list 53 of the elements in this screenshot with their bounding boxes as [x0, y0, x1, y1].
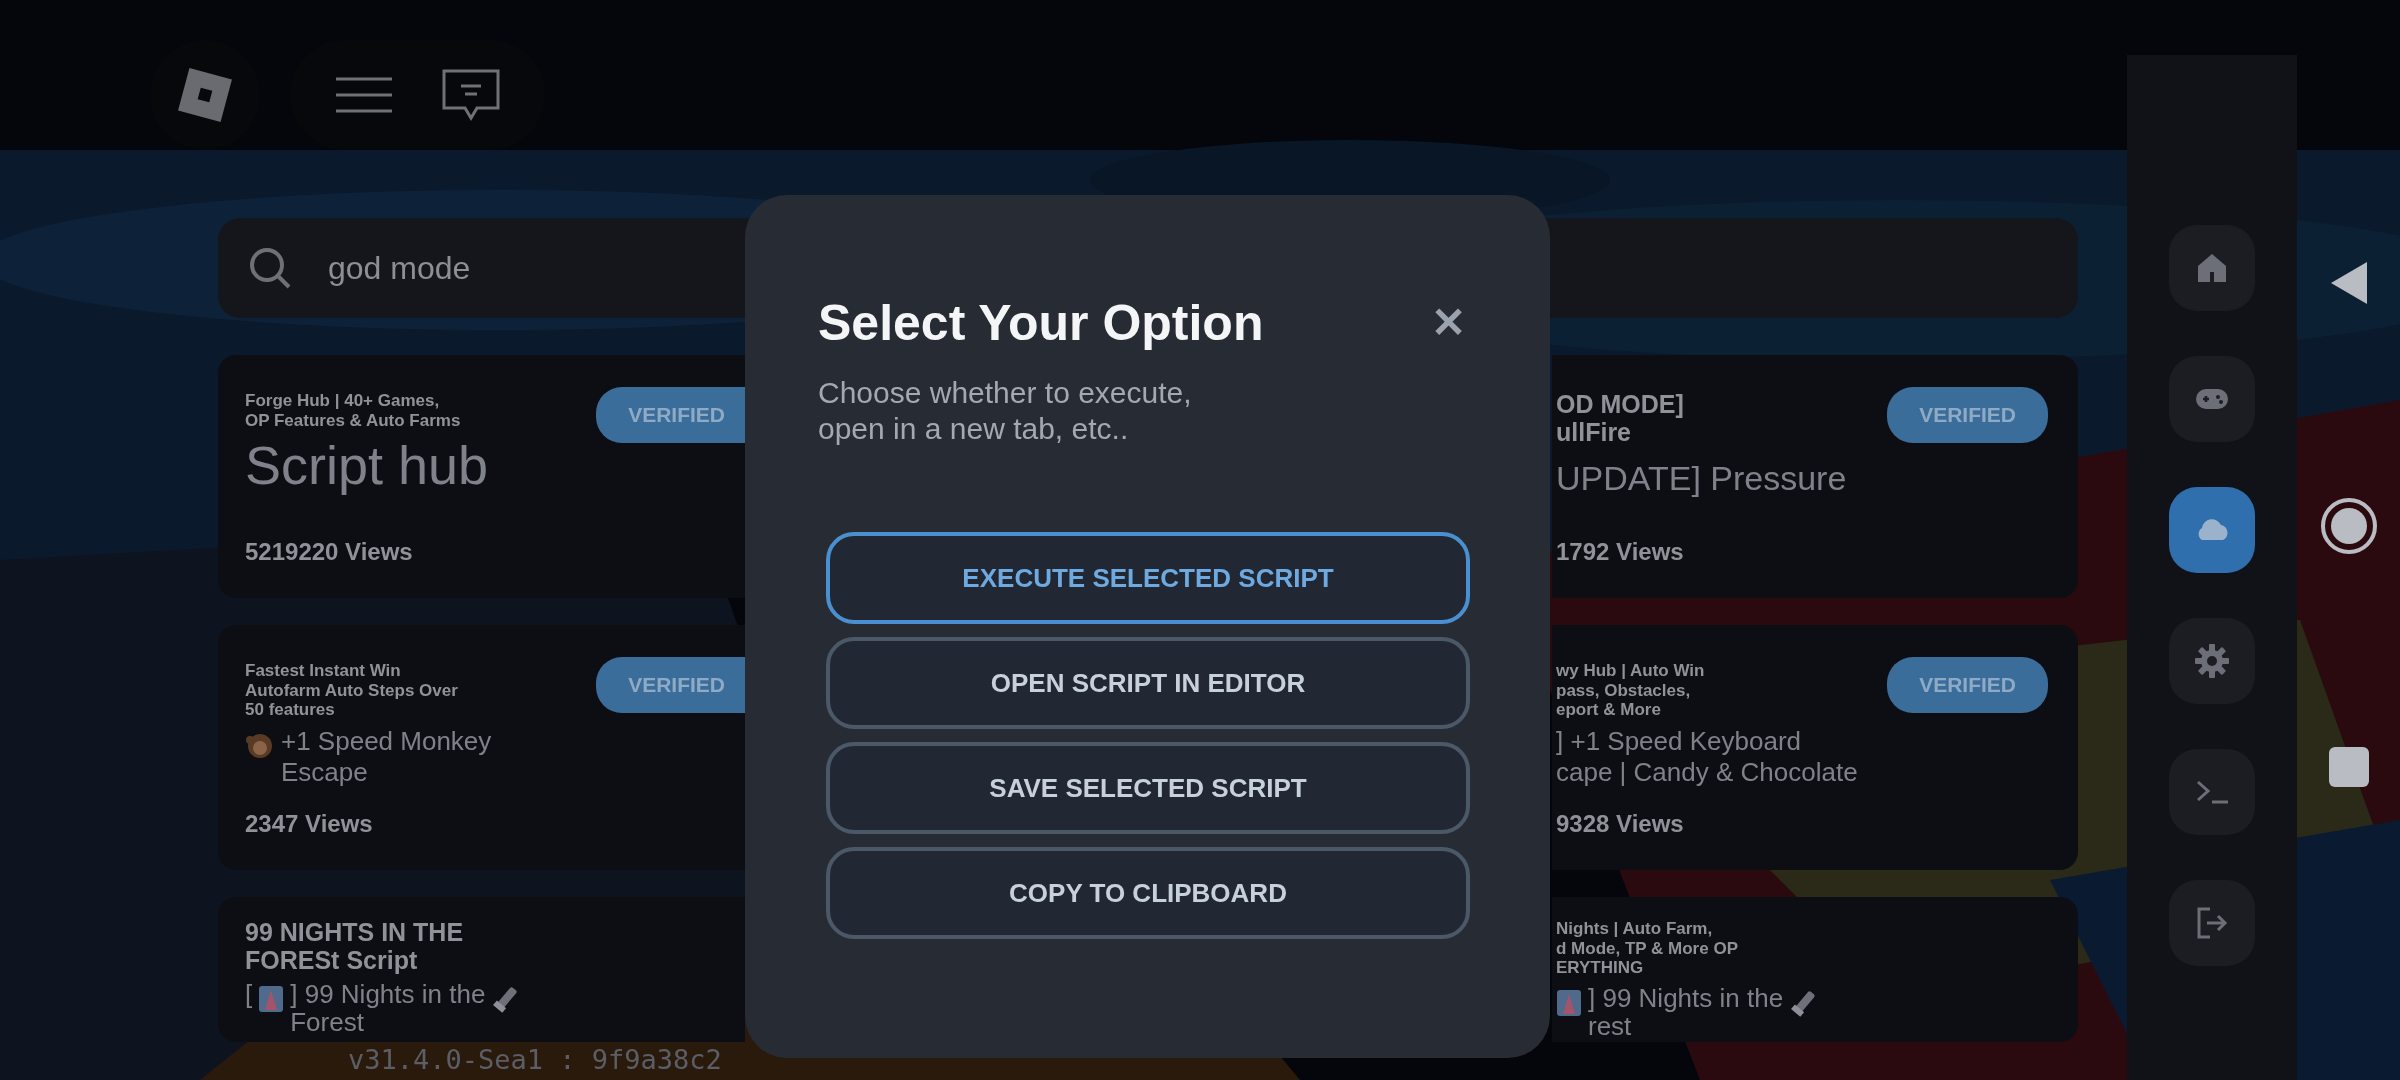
menu-icon — [333, 75, 394, 115]
chat-icon — [441, 68, 502, 122]
script-card[interactable]: Nights | Auto Farm, d Mode, TP & More OP ERYTHING ] 99 Nights in the rest — [1552, 897, 2078, 1042]
script-heading: 99 NIGHTS IN THE FORESt Script — [245, 919, 464, 974]
sidebar-button[interactable] — [2169, 356, 2255, 442]
view-count: 2347 Views — [245, 809, 373, 839]
view-count: 1792 Views — [1556, 537, 1684, 567]
sidebar-button[interactable] — [2169, 225, 2255, 311]
script-title: ] +1 Speed Keyboard cape | Candy & Chocolate — [1556, 725, 1858, 788]
verified-badge: VERIFIED — [1887, 387, 2048, 443]
option-button[interactable]: COPY TO CLIPBOARD — [826, 847, 1470, 939]
search-icon — [248, 246, 292, 290]
script-title: [ — [245, 980, 253, 1009]
script-title: ] 99 Nights in the rest — [1588, 983, 1784, 1040]
close-button[interactable]: ✕ — [1427, 302, 1470, 344]
home-button[interactable] — [2318, 496, 2379, 556]
sidebar-button[interactable] — [2169, 880, 2255, 966]
recents-button[interactable] — [2327, 746, 2370, 788]
script-title: +1 Speed Monkey Escape — [281, 725, 492, 788]
logo-icon — [175, 65, 235, 125]
sidebar-button[interactable] — [2169, 487, 2255, 573]
circle-icon — [2318, 496, 2379, 556]
script-card[interactable]: Forge Hub | 40+ Games, OP Features & Auto Farms Script hub 5219220 Views VERIFIED — [218, 355, 745, 598]
verified-badge: VERIFIED — [596, 657, 745, 713]
chat-button[interactable] — [441, 68, 502, 122]
script-title: UPDATE] Pressure — [1556, 458, 1847, 499]
script-card[interactable]: wy Hub | Auto Win pass, Obstacles, eport & More ] +1 Speed Keyboard cape | Candy & Chocolate 9328 Views VERIFIED — [1552, 625, 2078, 870]
script-title: Script hub — [245, 436, 489, 496]
script-heading: wy Hub | Auto Win pass, Obstacles, eport & More — [1556, 661, 1705, 720]
script-heading: OD MODE] ullFire — [1556, 391, 1684, 446]
dialog-subtitle: Choose whether to execute, open in a new tab, etc.. — [818, 375, 1193, 447]
script-card[interactable]: Fastest Instant Win Autofarm Auto Steps Over 50 features +1 Speed Monkey Escape 2347 Views VERIFIED — [218, 625, 745, 870]
image-icon — [1556, 987, 1582, 1018]
script-card[interactable]: OD MODE] ullFire UPDATE] Pressure 1792 Views VERIFIED — [1552, 355, 2078, 598]
script-title: ] 99 Nights in the Forest — [290, 980, 486, 1037]
verified-badge: VERIFIED — [1887, 657, 2048, 713]
script-heading: Fastest Instant Win Autofarm Auto Steps Over 50 features — [245, 661, 458, 720]
option-button[interactable]: SAVE SELECTED SCRIPT — [826, 742, 1470, 834]
version-text: v31.4.0-Sea1 : 9f9a38c2 — [347, 1043, 723, 1077]
settings-icon — [2194, 643, 2230, 679]
verified-badge: VERIFIED — [596, 387, 745, 443]
image-icon — [258, 984, 285, 1014]
script-heading: Nights | Auto Farm, d Mode, TP & More OP ERYTHING — [1556, 919, 1738, 978]
dialog-title: Select Your Option — [818, 294, 1264, 353]
sidebar-button[interactable] — [2169, 618, 2255, 704]
script-card[interactable]: 99 NIGHTS IN THE FORESt Script [ ] 99 Nights in the Forest — [218, 897, 745, 1042]
square-icon — [2327, 746, 2370, 788]
option-button[interactable]: OPEN SCRIPT IN EDITOR — [826, 637, 1470, 729]
menu-button[interactable] — [333, 75, 394, 115]
option-button[interactable]: EXECUTE SELECTED SCRIPT — [826, 532, 1470, 624]
script-heading: Forge Hub | 40+ Games, OP Features & Auto Farms — [245, 391, 461, 431]
view-count: 9328 Views — [1556, 809, 1684, 839]
view-count: 5219220 Views — [245, 537, 413, 567]
